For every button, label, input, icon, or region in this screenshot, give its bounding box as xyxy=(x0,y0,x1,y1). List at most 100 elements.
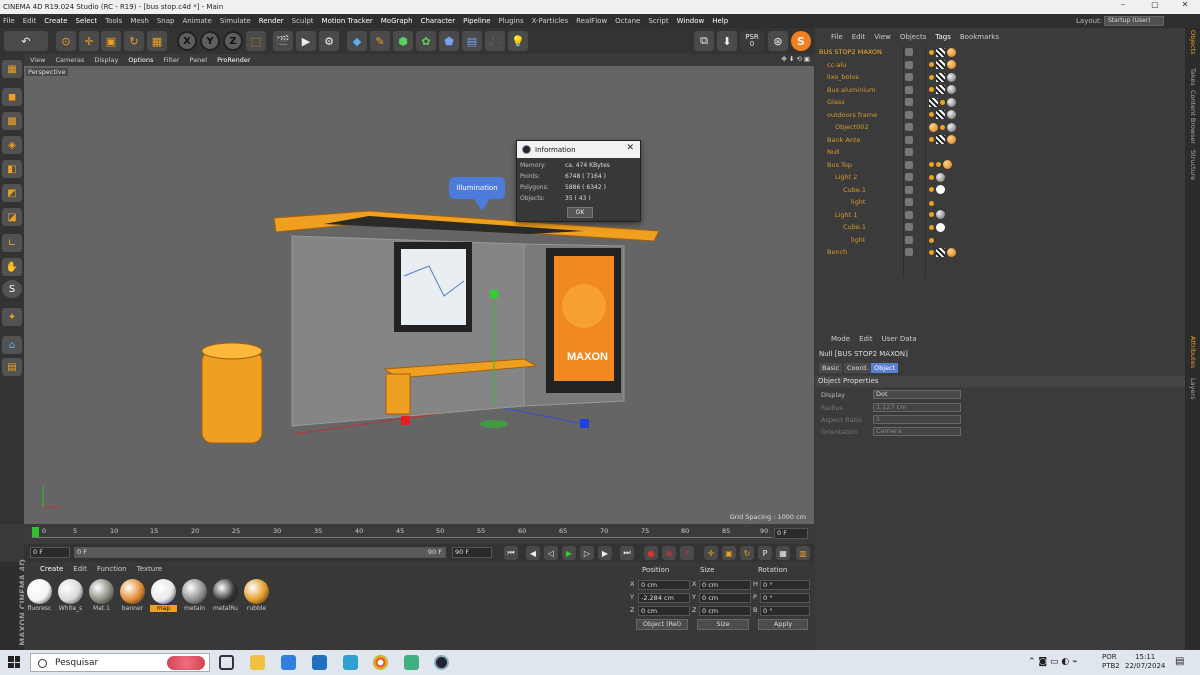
cloner-icon[interactable]: ✿ xyxy=(416,31,436,51)
tag-icon[interactable] xyxy=(947,135,956,145)
pos-z-input[interactable]: 0 cm xyxy=(638,606,690,616)
tag-icon[interactable] xyxy=(929,137,934,143)
input-language[interactable]: POR PTB2 xyxy=(1102,653,1120,671)
notifications-icon[interactable]: ▤ xyxy=(1175,656,1184,667)
floor-icon[interactable]: ▤ xyxy=(462,31,482,51)
edge-icon[interactable] xyxy=(343,655,358,670)
tag-icon[interactable] xyxy=(936,247,945,257)
psr-indicator[interactable]: PSR 0 xyxy=(740,31,764,51)
deformer-icon[interactable]: ⬟ xyxy=(439,31,459,51)
octane-live-viewer-icon[interactable]: ⧉ xyxy=(694,31,714,51)
render-view-icon[interactable]: 🎬 xyxy=(273,31,293,51)
rot-p-input[interactable]: 0 ° xyxy=(760,593,810,603)
size-y-input[interactable]: 0 cm xyxy=(699,593,751,603)
material-swatch[interactable]: banner xyxy=(119,579,146,612)
tag-icon[interactable] xyxy=(929,62,934,68)
windows-start-icon[interactable] xyxy=(8,656,20,668)
close-icon[interactable]: ✕ xyxy=(626,143,634,153)
subdivision-icon[interactable]: ⬢ xyxy=(393,31,413,51)
menu-motion-tracker[interactable]: Motion Tracker xyxy=(322,17,373,25)
object-tree-row[interactable]: Glass xyxy=(815,96,1185,109)
material-swatch[interactable]: rubble xyxy=(243,579,270,612)
tag-icon[interactable] xyxy=(929,187,934,193)
material-menu-edit[interactable]: Edit xyxy=(73,565,87,573)
object-tree-row[interactable]: Bench xyxy=(815,246,1185,259)
workplane-icon[interactable]: ◈ xyxy=(2,136,22,154)
menu-animate[interactable]: Animate xyxy=(182,17,211,25)
points-mode-icon[interactable]: ◧ xyxy=(2,160,22,178)
record-icon[interactable]: ● xyxy=(644,546,658,560)
rot-b-input[interactable]: 0 ° xyxy=(760,606,810,616)
menu-script[interactable]: Script xyxy=(648,17,668,25)
menu-mesh[interactable]: Mesh xyxy=(130,17,148,25)
timeline-ruler[interactable]: 0 5 10 15 20 25 30 35 40 45 50 55 60 65 … xyxy=(24,524,814,544)
menu-select[interactable]: Select xyxy=(76,17,98,25)
recent-tools-icon[interactable]: ▦ xyxy=(147,31,167,51)
visibility-toggle[interactable] xyxy=(905,173,913,182)
layout-select[interactable]: Startup (User) xyxy=(1104,16,1164,26)
3d-viewport[interactable]: Perspective MAXON Illumination Informati… xyxy=(24,66,814,524)
material-menu-texture[interactable]: Texture xyxy=(137,565,163,573)
material-swatch[interactable]: Mat.1 xyxy=(88,579,115,612)
scale-icon[interactable]: ▣ xyxy=(101,31,121,51)
material-swatch[interactable]: fluoresc xyxy=(26,579,53,612)
object-name[interactable]: outdoors frame xyxy=(827,111,877,119)
material-menu-create[interactable]: Create xyxy=(40,565,63,573)
viewport-menu-view[interactable]: View xyxy=(30,56,45,64)
prev-frame-icon[interactable]: ◁ xyxy=(544,546,558,560)
menu-pipeline[interactable]: Pipeline xyxy=(463,17,490,25)
object-tree-row[interactable]: light xyxy=(815,234,1185,247)
tab-attributes[interactable]: Attributes xyxy=(1189,336,1197,368)
object-name[interactable]: Null xyxy=(827,148,840,156)
visibility-toggle[interactable] xyxy=(905,135,913,144)
tag-icon[interactable] xyxy=(929,249,934,255)
visibility-toggle[interactable] xyxy=(905,98,913,107)
tag-icon[interactable] xyxy=(936,72,945,82)
render-settings-icon[interactable]: ⚙ xyxy=(319,31,339,51)
camera-icon[interactable]: 🎥 xyxy=(485,31,505,51)
tag-icon[interactable] xyxy=(929,74,934,80)
polygons-mode-icon[interactable]: ◪ xyxy=(2,208,22,226)
move-icon[interactable]: ✛ xyxy=(79,31,99,51)
tag-icon[interactable] xyxy=(936,110,945,120)
snapping-icon[interactable]: S xyxy=(2,280,22,298)
taskbar-search-input[interactable]: Pesquisar xyxy=(30,653,210,672)
menu-help[interactable]: Help xyxy=(712,17,728,25)
visibility-toggle[interactable] xyxy=(905,48,913,57)
apply-button[interactable]: Apply xyxy=(758,619,808,630)
tab-structure[interactable]: Structure xyxy=(1189,150,1197,180)
script-s-icon[interactable]: S xyxy=(791,31,811,51)
orientation-select[interactable]: Camera xyxy=(873,427,961,436)
object-name[interactable]: Object002 xyxy=(835,123,869,131)
file-explorer-icon[interactable] xyxy=(250,655,265,670)
object-tree-row[interactable]: outdoors frame xyxy=(815,109,1185,122)
tag-icon[interactable] xyxy=(929,224,934,230)
app-icon[interactable] xyxy=(404,655,419,670)
visibility-toggle[interactable] xyxy=(905,185,913,194)
object-tree-row[interactable]: Light 1 xyxy=(815,209,1185,222)
tweak-mode-icon[interactable]: ✋ xyxy=(2,258,22,276)
tag-icon[interactable] xyxy=(947,85,956,95)
object-name[interactable]: light xyxy=(851,198,865,206)
object-name[interactable]: lixo_bolos xyxy=(827,73,859,81)
axis-mode-icon[interactable]: ∟ xyxy=(2,234,22,252)
radius-input[interactable]: 1.127 cm xyxy=(873,403,961,412)
tag-icon[interactable] xyxy=(947,72,956,82)
size-z-input[interactable]: 0 cm xyxy=(699,606,751,616)
tag-icon[interactable] xyxy=(936,210,945,220)
menu-simulate[interactable]: Simulate xyxy=(220,17,251,25)
size-x-input[interactable]: 0 cm xyxy=(699,580,751,590)
tab-coord[interactable]: Coord. xyxy=(844,363,872,373)
tag-icon[interactable] xyxy=(940,124,945,130)
object-tree-row[interactable]: Object002 xyxy=(815,121,1185,134)
visibility-toggle[interactable] xyxy=(905,73,913,82)
tag-icon[interactable] xyxy=(929,162,934,168)
key-position-icon[interactable]: ✛ xyxy=(704,546,718,560)
ok-button[interactable]: OK xyxy=(567,207,593,218)
attr-menu-mode[interactable]: Mode xyxy=(831,335,850,343)
obj-menu-tags[interactable]: Tags xyxy=(935,33,951,41)
maximize-button[interactable]: ▢ xyxy=(1140,0,1170,9)
attr-menu-edit[interactable]: Edit xyxy=(859,335,873,343)
visibility-toggle[interactable] xyxy=(905,60,913,69)
visibility-toggle[interactable] xyxy=(905,85,913,94)
